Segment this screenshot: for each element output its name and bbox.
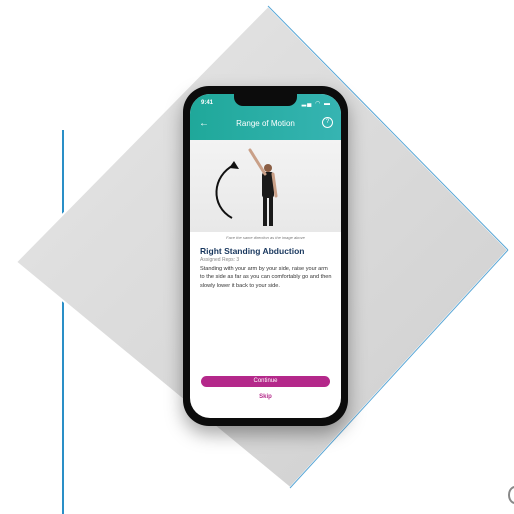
exercise-illustration (215, 148, 278, 226)
phone-screen: 9:41 ▂▄ ◠ ▬ ← Range of Motion ? Face the… (190, 94, 341, 418)
skip-link[interactable]: Skip (190, 394, 341, 400)
phone-mockup: 9:41 ▂▄ ◠ ▬ ← Range of Motion ? Face the… (183, 86, 348, 426)
exercise-description: Standing with your arm by your side, rai… (200, 266, 332, 289)
assigned-reps: Assigned Reps: 3 (200, 257, 240, 263)
arrow-head (229, 161, 239, 169)
continue-button[interactable]: Continue (201, 376, 330, 387)
image-caption: Face the same direction as the image abo… (226, 235, 305, 240)
question-circle-icon[interactable]: ? (322, 117, 333, 128)
status-indicators: ▂▄ ◠ ▬ (301, 101, 331, 107)
exercise-image (190, 140, 341, 232)
status-time: 9:41 (201, 100, 214, 106)
page-title: Range of Motion (236, 119, 295, 128)
phone-notch (234, 94, 297, 106)
exercise-title: Right Standing Abduction (200, 246, 305, 256)
